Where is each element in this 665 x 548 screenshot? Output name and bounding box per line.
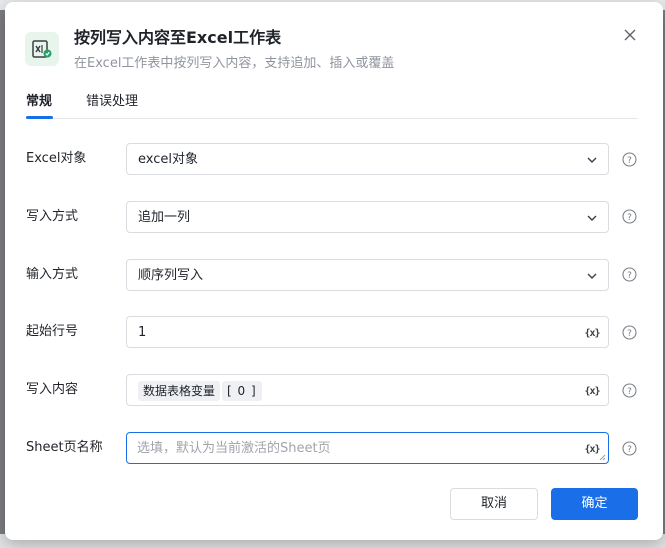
content-input[interactable]: 数据表格变量 [ 0 ] {x} (126, 374, 609, 406)
index-chip[interactable]: [ 0 ] (222, 381, 262, 401)
dialog-subtitle: 在Excel工作表中按列写入内容，支持追加、插入或覆盖 (74, 56, 395, 71)
tab-general[interactable]: 常规 (26, 92, 52, 112)
help-icon-content[interactable]: ? (622, 383, 637, 398)
input-mode-select[interactable]: 顺序列写入 (126, 259, 609, 291)
excel-object-value: excel对象 (138, 152, 198, 167)
svg-text:?: ? (627, 156, 632, 166)
sheet-name-placeholder: 选填，默认为当前激活的Sheet页 (137, 441, 331, 456)
svg-text:?: ? (627, 271, 632, 281)
svg-text:?: ? (627, 387, 632, 397)
content-label: 写入内容 (26, 382, 79, 397)
tab-error-handling[interactable]: 错误处理 (86, 92, 138, 112)
write-mode-select[interactable]: 追加一列 (126, 201, 609, 233)
excel-write-icon (25, 32, 59, 66)
write-column-dialog: 按列写入内容至Excel工作表 在Excel工作表中按列写入内容，支持追加、插入… (5, 2, 663, 540)
svg-text:?: ? (627, 445, 632, 455)
resize-grip-icon[interactable] (598, 453, 606, 461)
active-tab-indicator (26, 116, 53, 119)
dialog-title: 按列写入内容至Excel工作表 (74, 28, 282, 47)
close-icon (624, 29, 636, 41)
excel-object-select[interactable]: excel对象 (126, 143, 609, 175)
write-mode-value: 追加一列 (138, 210, 191, 225)
variable-chip[interactable]: 数据表格变量 (138, 381, 221, 401)
svg-text:?: ? (627, 213, 632, 223)
input-mode-value: 顺序列写入 (138, 268, 204, 283)
chevron-down-icon (586, 154, 598, 166)
variable-icon[interactable]: {x} (584, 383, 600, 399)
chevron-down-icon (586, 270, 598, 282)
cancel-button[interactable]: 取消 (450, 488, 538, 520)
excel-object-label: Excel对象 (26, 151, 87, 166)
tab-bar: 常规 错误处理 (26, 90, 638, 119)
help-icon-sheet-name[interactable]: ? (622, 441, 637, 456)
help-icon-excel-object[interactable]: ? (622, 152, 637, 167)
input-mode-label: 输入方式 (26, 267, 79, 282)
sheet-name-input[interactable]: 选填，默认为当前激活的Sheet页 {x} (126, 432, 609, 464)
chevron-down-icon (586, 212, 598, 224)
close-button[interactable] (620, 25, 640, 45)
start-row-label: 起始行号 (26, 324, 79, 339)
variable-icon[interactable]: {x} (584, 325, 600, 341)
help-icon-write-mode[interactable]: ? (622, 209, 637, 224)
start-row-value: 1 (138, 325, 147, 340)
help-icon-input-mode[interactable]: ? (622, 267, 637, 282)
sheet-name-label: Sheet页名称 (26, 440, 103, 455)
write-mode-label: 写入方式 (26, 209, 79, 224)
start-row-input[interactable]: 1 {x} (126, 316, 609, 348)
help-icon-start-row[interactable]: ? (622, 325, 637, 340)
confirm-button[interactable]: 确定 (551, 488, 638, 520)
svg-text:?: ? (627, 329, 632, 339)
